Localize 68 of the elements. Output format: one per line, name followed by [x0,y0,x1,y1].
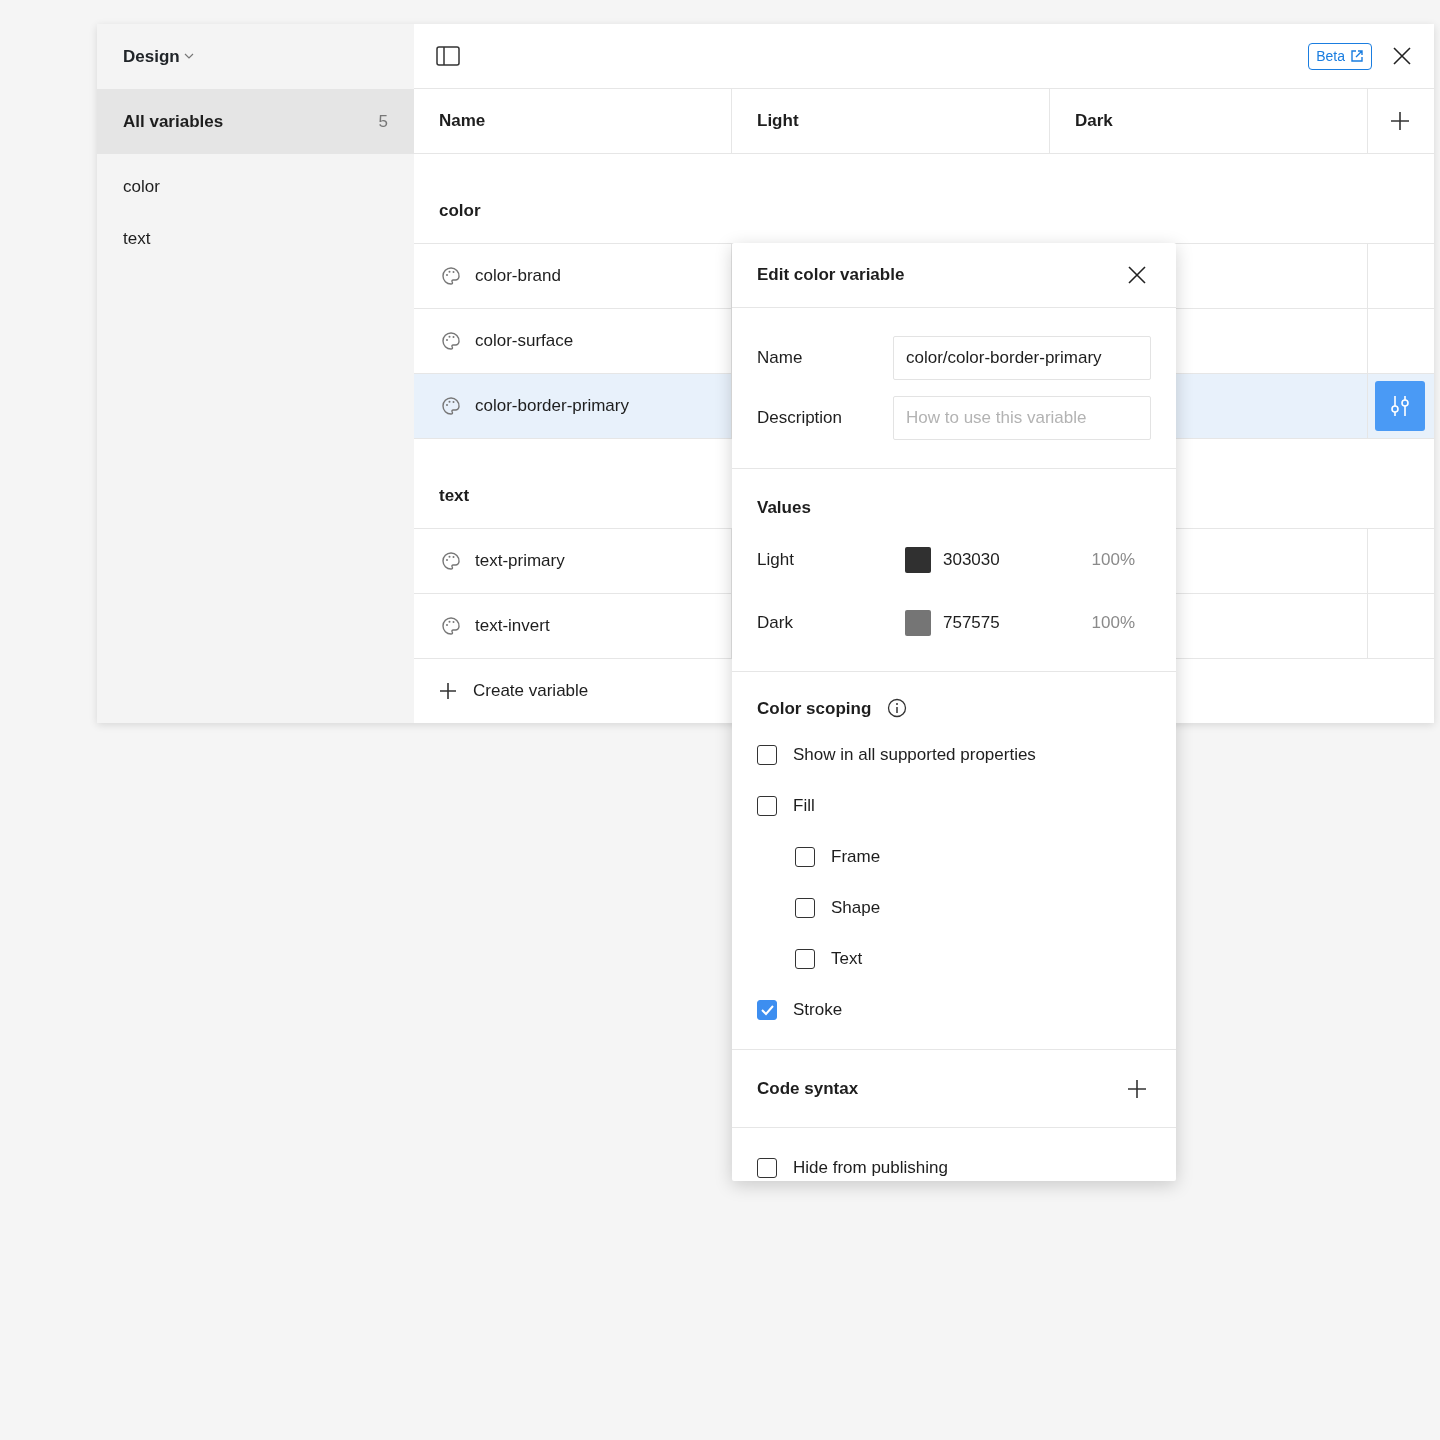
mode-label: Light [757,549,795,572]
palette-icon [441,551,461,571]
option-label: Frame [831,845,881,868]
checkbox[interactable] [757,1157,777,1178]
opacity-value[interactable]: 100% [1091,610,1135,636]
variable-name: color-border-primary [475,395,629,418]
checkbox-option[interactable]: Hide from publishing [757,1142,948,1181]
external-link-icon [1350,49,1364,63]
field-label: Name [757,347,804,370]
beta-link[interactable]: Beta [1308,42,1372,70]
color-swatch[interactable] [905,610,931,636]
checkbox[interactable] [757,999,777,1020]
option-label: Shape [831,896,881,919]
section-title: Color scoping [757,697,872,720]
checkbox[interactable] [795,948,815,969]
checkbox-option[interactable]: Frame [795,831,881,882]
close-icon [1392,46,1412,66]
variable-name: color-surface [475,330,574,353]
sidebar-item[interactable]: text [97,213,414,265]
option-label: Stroke [793,998,843,1021]
column-header: Name [414,89,732,153]
option-label: Text [831,947,863,970]
color-swatch[interactable] [905,547,931,573]
checkbox-option[interactable]: Show in all supported properties [757,729,1036,780]
mode-label: Dark [757,612,794,635]
hex-value[interactable]: 757575 [943,610,1000,636]
column-header: Light [732,89,1050,153]
sidebar-item[interactable]: color [97,161,414,213]
item-count: 5 [378,110,388,133]
section-title: Code syntax [757,1077,859,1100]
sidebar-item[interactable]: All variables 5 [97,89,414,154]
popover-title: Edit color variable [757,264,905,287]
checkbox[interactable] [757,795,777,816]
panel-icon [436,46,460,66]
input-field[interactable]: color/color-border-primary [893,336,1151,380]
palette-icon [441,616,461,636]
hex-value[interactable]: 303030 [943,547,1000,573]
option-label: Fill [793,794,815,817]
variable-name: color-brand [475,265,561,288]
checkbox-option[interactable]: Fill [757,780,815,831]
chevron-down-icon [183,53,194,60]
palette-icon [441,331,461,351]
option-label: Hide from publishing [793,1156,948,1179]
file-menu[interactable]: Design [123,43,194,70]
column-header: Dark [1050,89,1368,153]
checkbox-option[interactable]: Text [795,933,863,984]
info-icon [887,698,908,719]
opacity-value[interactable]: 100% [1091,547,1135,573]
item-label: All variables [123,110,224,133]
plus-icon [1390,111,1410,131]
checkbox[interactable] [795,846,815,867]
input-field[interactable]: How to use this variable [893,396,1151,440]
palette-icon [441,396,461,416]
palette-icon [441,266,461,286]
close-icon [1127,265,1147,285]
sliders-icon [1389,395,1411,417]
checkbox-option[interactable]: Stroke [757,984,843,1035]
create-variable-button[interactable]: Create variable [414,659,601,722]
plus-icon [439,681,457,700]
variable-name: text-primary [475,550,565,573]
checkbox[interactable] [757,744,777,765]
field-label: Description [757,407,844,430]
option-label: Show in all supported properties [793,743,1036,766]
plus-icon [1127,1078,1147,1099]
section-title: Values [757,497,812,519]
checkbox-option[interactable]: Shape [795,882,881,933]
variable-name: text-invert [475,615,550,638]
checkbox[interactable] [795,897,815,918]
